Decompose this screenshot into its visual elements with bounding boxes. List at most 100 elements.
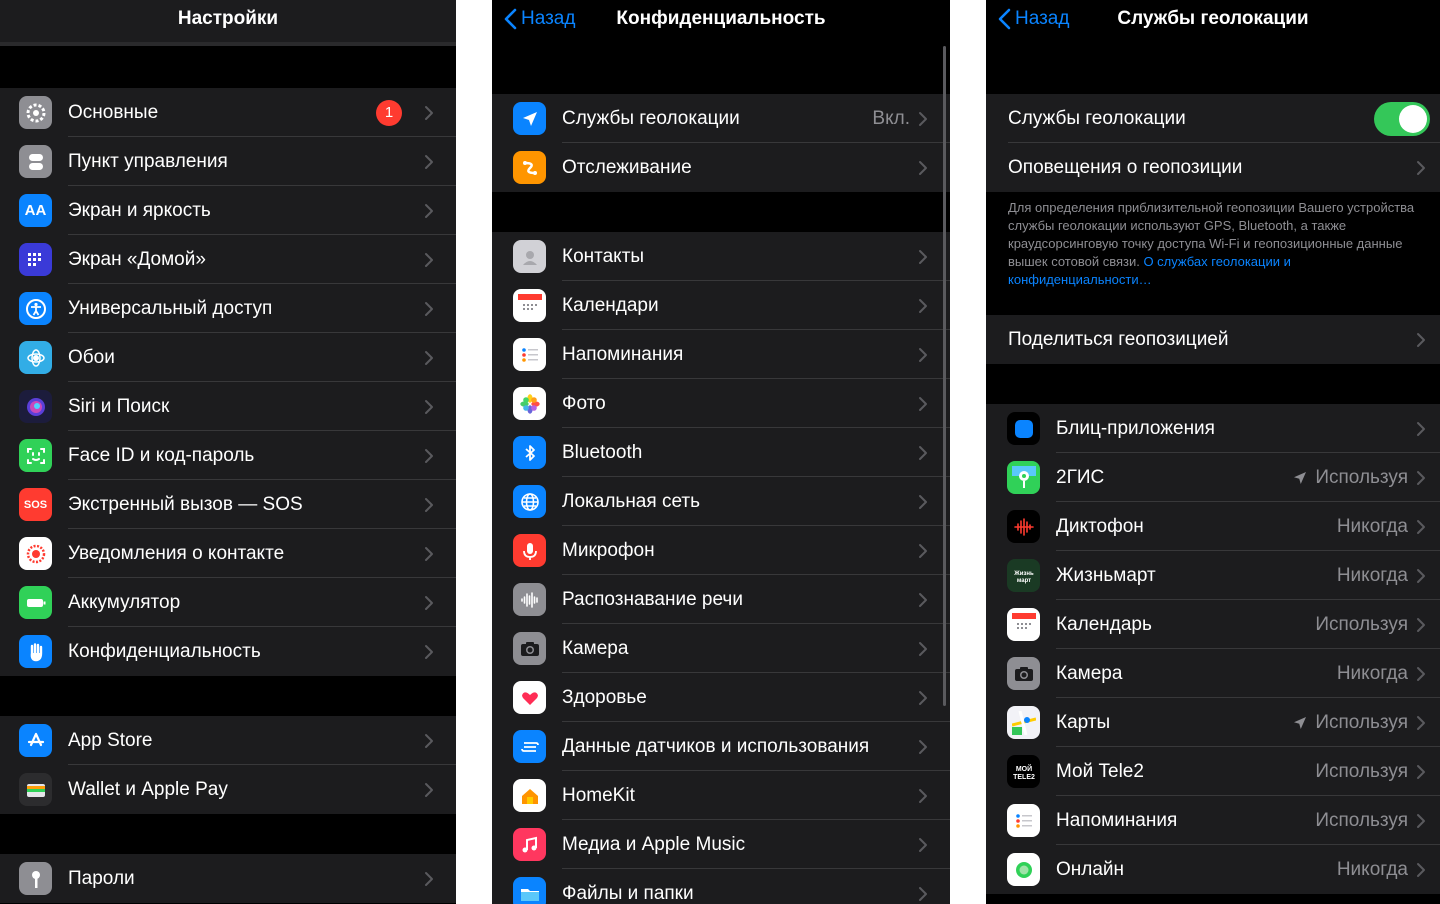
settings-row[interactable]: SOS Экстренный вызов — SOS — [0, 480, 456, 529]
row-value-text: Никогда — [1336, 564, 1408, 586]
privacy-row[interactable]: Службы геолокации Вкл. — [492, 94, 950, 143]
chevron-right-icon — [919, 788, 927, 803]
settings-row[interactable]: Siri и Поиск — [0, 382, 456, 431]
row-label: Wallet и Apple Pay — [68, 778, 228, 800]
page-title: Службы геолокации — [1117, 8, 1309, 29]
chevron-right-icon — [425, 448, 433, 463]
privacy-navbar: Назад Конфиденциальность — [492, 0, 950, 46]
privacy-row[interactable]: Напоминания — [492, 330, 950, 379]
settings-row[interactable]: Уведомления о контакте — [0, 529, 456, 578]
settings-row[interactable]: AA Экран и яркость — [0, 186, 456, 235]
app-location-row[interactable]: Карты Используя — [986, 698, 1440, 747]
row-value: Никогда — [1337, 565, 1408, 587]
row-label: Универсальный доступ — [68, 297, 273, 319]
row-label: Медиа и Apple Music — [562, 833, 746, 855]
settings-row[interactable]: Wallet и Apple Pay — [0, 765, 456, 814]
row-label: Экран и яркость — [68, 199, 211, 221]
row-label: Микрофон — [562, 539, 655, 561]
settings-row[interactable]: App Store — [0, 716, 456, 765]
privacy-row[interactable]: Контакты — [492, 232, 950, 281]
tracking-icon — [513, 151, 546, 184]
row-label: Экран «Домой» — [68, 248, 206, 270]
location-toggle-group: Службы геолокации Оповещения о геопозици… — [986, 94, 1440, 192]
privacy-row[interactable]: Календари — [492, 281, 950, 330]
chevron-right-icon — [919, 298, 927, 313]
share-location-group: Поделиться геопозицией — [986, 315, 1440, 364]
row-value-text: Никогда — [1336, 858, 1408, 880]
settings-row[interactable]: Аккумулятор — [0, 578, 456, 627]
privacy-row[interactable]: Микрофон — [492, 526, 950, 575]
chevron-right-icon — [1417, 764, 1425, 779]
chevron-right-icon — [919, 347, 927, 362]
app-location-row[interactable]: Блиц-приложения — [986, 404, 1440, 453]
row-label: Мой Tele2 — [1056, 760, 1144, 782]
privacy-row[interactable]: HomeKit — [492, 771, 950, 820]
privacy-row[interactable]: Отслеживание — [492, 143, 950, 192]
share-location-row[interactable]: Поделиться геопозицией — [986, 315, 1440, 364]
row-value-text: Никогда — [1336, 515, 1408, 537]
app-location-row[interactable]: МОЙ TELE2 Мой Tele2 Используя — [986, 747, 1440, 796]
settings-row[interactable]: Пароли — [0, 854, 456, 903]
app-location-row[interactable]: Жизнь март Жизньмарт Никогда — [986, 551, 1440, 600]
row-label: Аккумулятор — [68, 591, 181, 613]
scrollbar[interactable] — [943, 46, 946, 706]
privacy-row[interactable]: Здоровье — [492, 673, 950, 722]
row-label: Здоровье — [562, 686, 647, 708]
row-label: Обои — [68, 346, 115, 368]
calendar-icon — [513, 289, 546, 322]
privacy-row[interactable]: Медиа и Apple Music — [492, 820, 950, 869]
settings-row[interactable]: Конфиденциальность — [0, 627, 456, 676]
app-location-row[interactable]: Диктофон Никогда — [986, 502, 1440, 551]
location-services-toggle[interactable] — [1374, 101, 1430, 136]
settings-row[interactable]: Пункт управления — [0, 137, 456, 186]
settings-row[interactable]: Универсальный доступ — [0, 284, 456, 333]
folder-icon — [513, 877, 546, 904]
chevron-right-icon — [1417, 862, 1425, 877]
app-location-row[interactable]: Напоминания Используя — [986, 796, 1440, 845]
row-value: Используя — [1315, 810, 1408, 832]
row-label: App Store — [68, 729, 153, 751]
privacy-row[interactable]: Файлы и папки — [492, 869, 950, 904]
privacy-row[interactable]: Камера — [492, 624, 950, 673]
row-value: Используя — [1291, 712, 1408, 734]
location-services-toggle-row[interactable]: Службы геолокации — [986, 94, 1440, 143]
health-icon — [513, 681, 546, 714]
settings-group-main: Основные 1 Пункт управления AA Экран и яркос… — [0, 88, 456, 676]
privacy-row[interactable]: Локальная сеть — [492, 477, 950, 526]
home-screen-icon — [19, 243, 52, 276]
sos-icon: SOS — [19, 488, 52, 521]
row-label: Камера — [1056, 662, 1123, 684]
chevron-right-icon — [919, 445, 927, 460]
privacy-panel: Назад Конфиденциальность Службы геолокац… — [492, 0, 950, 904]
settings-row[interactable]: Face ID и код-пароль — [0, 431, 456, 480]
row-label: Службы геолокации — [562, 107, 740, 129]
app-location-row[interactable]: Камера Никогда — [986, 649, 1440, 698]
privacy-row[interactable]: Распознавание речи — [492, 575, 950, 624]
row-label: Жизньмарт — [1056, 564, 1156, 586]
privacy-row[interactable]: Данные датчиков и использования — [492, 722, 950, 771]
settings-row[interactable]: Обои — [0, 333, 456, 382]
location-alerts-row[interactable]: Оповещения о геопозиции — [986, 143, 1440, 192]
chevron-right-icon — [425, 203, 433, 218]
row-label: Данные датчиков и использования — [562, 735, 870, 757]
calendar-icon — [1007, 608, 1040, 641]
row-label: Пункт управления — [68, 150, 228, 172]
chevron-right-icon — [1417, 519, 1425, 534]
app-location-row[interactable]: 2ГИС Используя — [986, 453, 1440, 502]
app-location-row[interactable]: Онлайн Никогда — [986, 845, 1440, 894]
row-label: Локальная сеть — [562, 490, 700, 512]
settings-row[interactable]: Основные 1 — [0, 88, 456, 137]
privacy-row[interactable]: Фото — [492, 379, 950, 428]
row-value: Никогда — [1337, 663, 1408, 685]
chevron-right-icon — [919, 886, 927, 901]
icon-glyph: AA — [24, 202, 47, 219]
privacy-row[interactable]: Bluetooth — [492, 428, 950, 477]
microphone-icon — [513, 534, 546, 567]
row-label: Календари — [562, 294, 659, 316]
globe-icon — [513, 485, 546, 518]
chevron-right-icon — [919, 690, 927, 705]
display-icon: AA — [19, 194, 52, 227]
app-location-row[interactable]: Календарь Используя — [986, 600, 1440, 649]
row-label: Распознавание речи — [562, 588, 743, 610]
settings-row[interactable]: Экран «Домой» — [0, 235, 456, 284]
